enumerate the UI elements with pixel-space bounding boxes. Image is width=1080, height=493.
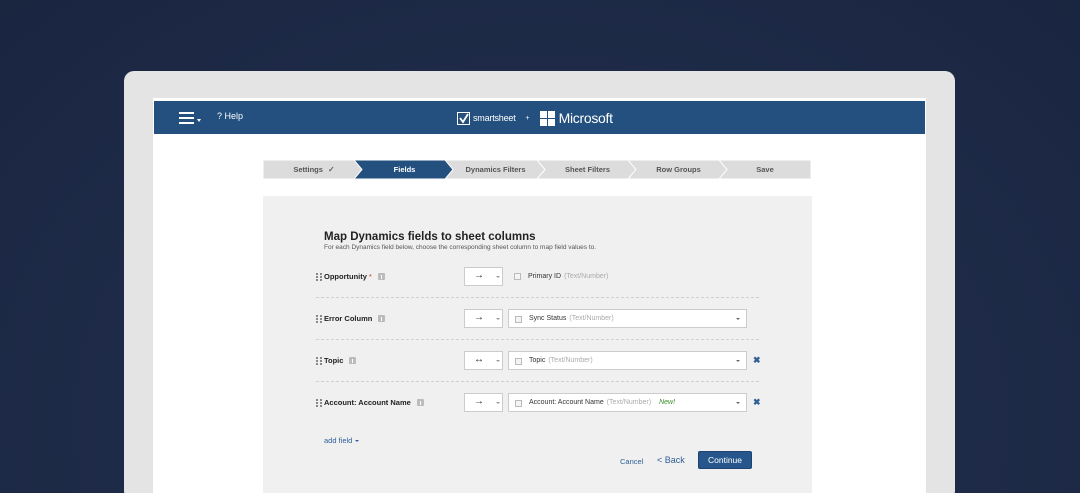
field-name-text: Account: Account Name bbox=[324, 398, 411, 407]
direction-select[interactable]: → bbox=[464, 393, 503, 412]
chevron-down-icon bbox=[496, 318, 500, 320]
microsoft-wordmark: Microsoft bbox=[558, 110, 613, 126]
direction-select[interactable]: ↔ bbox=[464, 351, 503, 370]
column-type-icon bbox=[515, 400, 522, 407]
step-label: Dynamics Filters bbox=[465, 165, 526, 174]
chevron-down-icon bbox=[355, 439, 360, 442]
column-type: (Text/Number) bbox=[606, 399, 652, 406]
back-button[interactable]: < Back bbox=[657, 455, 685, 465]
direction-select[interactable]: → bbox=[464, 267, 503, 286]
info-icon[interactable] bbox=[349, 357, 357, 364]
laptop-frame: ? Help smartsheet + Microsoft Settings ✓… bbox=[124, 71, 955, 493]
remove-mapping-icon[interactable]: ✖ bbox=[753, 355, 761, 366]
column-name: Account: Account Name bbox=[529, 399, 604, 406]
sheet-column-readonly: Primary ID (Text/Number) bbox=[508, 267, 747, 286]
row-divider bbox=[316, 297, 759, 298]
arrow-right-icon: → bbox=[474, 270, 484, 281]
hamburger-icon-bar bbox=[179, 117, 194, 119]
smartsheet-logo-icon bbox=[457, 111, 470, 125]
step-label: Settings bbox=[293, 165, 323, 174]
field-name: Topic bbox=[324, 356, 357, 365]
sheet-column-select[interactable]: Sync Status (Text/Number) bbox=[508, 309, 747, 328]
step-sheet-filters[interactable]: Sheet Filters bbox=[537, 160, 638, 179]
chevron-down-icon bbox=[197, 119, 201, 122]
step-fields[interactable]: Fields bbox=[354, 160, 455, 179]
chevron-down-icon bbox=[496, 402, 500, 404]
wizard-steps: Settings ✓ Fields Dynamics Filters Sheet… bbox=[263, 160, 811, 179]
info-icon[interactable] bbox=[377, 273, 385, 280]
column-type-icon bbox=[514, 273, 521, 280]
field-name-text: Error Column bbox=[324, 314, 373, 323]
column-type: (Text/Number) bbox=[564, 273, 609, 280]
step-label: Sheet Filters bbox=[564, 165, 610, 174]
field-name: Opportunity * bbox=[324, 272, 385, 281]
check-icon: ✓ bbox=[327, 165, 335, 174]
drag-handle-icon[interactable] bbox=[316, 315, 322, 323]
mapping-row-error-column: Error Column → Sync Status (Text/Number) bbox=[263, 309, 812, 329]
column-type: (Text/Number) bbox=[569, 315, 614, 322]
direction-select[interactable]: → bbox=[464, 309, 503, 328]
column-type-icon bbox=[515, 316, 522, 323]
chevron-down-icon bbox=[496, 360, 500, 362]
step-row-groups[interactable]: Row Groups bbox=[628, 160, 729, 179]
step-settings[interactable]: Settings ✓ bbox=[263, 160, 365, 179]
field-name: Error Column bbox=[324, 314, 386, 323]
chevron-down-icon bbox=[736, 360, 740, 362]
remove-mapping-icon[interactable]: ✖ bbox=[753, 397, 761, 408]
sheet-column-select[interactable]: Account: Account Name (Text/Number) New! bbox=[508, 393, 747, 412]
sheet-column-select[interactable]: Topic (Text/Number) bbox=[508, 351, 747, 370]
app-screen: ? Help smartsheet + Microsoft Settings ✓… bbox=[153, 98, 926, 493]
row-divider bbox=[316, 381, 759, 382]
plus-separator: + bbox=[525, 114, 530, 122]
microsoft-logo-icon bbox=[539, 110, 555, 126]
arrow-both-icon: ↔ bbox=[474, 354, 484, 365]
required-marker: * bbox=[368, 272, 372, 281]
add-field-label: add field bbox=[324, 436, 353, 445]
mapping-row-account-name: Account: Account Name → Account: Account… bbox=[263, 393, 812, 413]
info-icon[interactable] bbox=[378, 315, 386, 322]
mapping-row-topic: Topic ↔ Topic (Text/Number) ✖ bbox=[263, 351, 812, 371]
row-divider bbox=[316, 339, 759, 340]
field-mapping-panel: Map Dynamics fields to sheet columns For… bbox=[263, 196, 812, 493]
add-field-button[interactable]: add field bbox=[324, 436, 360, 445]
smartsheet-wordmark: smartsheet bbox=[473, 113, 516, 123]
chevron-down-icon bbox=[496, 276, 500, 278]
hamburger-icon-bar bbox=[179, 122, 194, 124]
top-bar: ? Help smartsheet + Microsoft bbox=[154, 101, 925, 134]
field-name-text: Opportunity bbox=[324, 272, 367, 281]
brand-lockup: smartsheet + Microsoft bbox=[457, 108, 613, 128]
chevron-down-icon bbox=[736, 402, 740, 404]
page-title: Map Dynamics fields to sheet columns bbox=[324, 231, 536, 243]
step-save[interactable]: Save bbox=[719, 160, 811, 179]
step-label: Save bbox=[756, 165, 774, 174]
cancel-button[interactable]: Cancel bbox=[620, 457, 643, 466]
arrow-right-icon: → bbox=[474, 312, 484, 323]
column-type: (Text/Number) bbox=[548, 357, 593, 364]
help-link[interactable]: ? Help bbox=[217, 111, 243, 121]
info-icon[interactable] bbox=[416, 399, 424, 406]
continue-button[interactable]: Continue bbox=[698, 451, 752, 469]
arrow-right-icon: → bbox=[474, 396, 484, 407]
field-name: Account: Account Name bbox=[324, 398, 424, 407]
column-type-icon bbox=[515, 358, 522, 365]
column-name: Sync Status bbox=[529, 315, 567, 322]
page-subtitle: For each Dynamics field below, choose th… bbox=[324, 244, 597, 251]
step-label: Fields bbox=[393, 165, 416, 174]
column-name: Primary ID bbox=[528, 273, 562, 280]
column-name: Topic bbox=[529, 357, 546, 364]
drag-handle-icon[interactable] bbox=[316, 273, 322, 281]
menu-button[interactable] bbox=[179, 111, 203, 125]
new-badge: New! bbox=[659, 399, 676, 406]
step-label: Row Groups bbox=[656, 165, 701, 174]
step-dynamics-filters[interactable]: Dynamics Filters bbox=[445, 160, 546, 179]
drag-handle-icon[interactable] bbox=[316, 357, 322, 365]
drag-handle-icon[interactable] bbox=[316, 399, 322, 407]
field-name-text: Topic bbox=[324, 356, 344, 365]
mapping-row-opportunity: Opportunity * → Primary ID (Text/Number) bbox=[263, 267, 812, 287]
hamburger-icon bbox=[179, 112, 194, 114]
chevron-down-icon bbox=[736, 318, 740, 320]
